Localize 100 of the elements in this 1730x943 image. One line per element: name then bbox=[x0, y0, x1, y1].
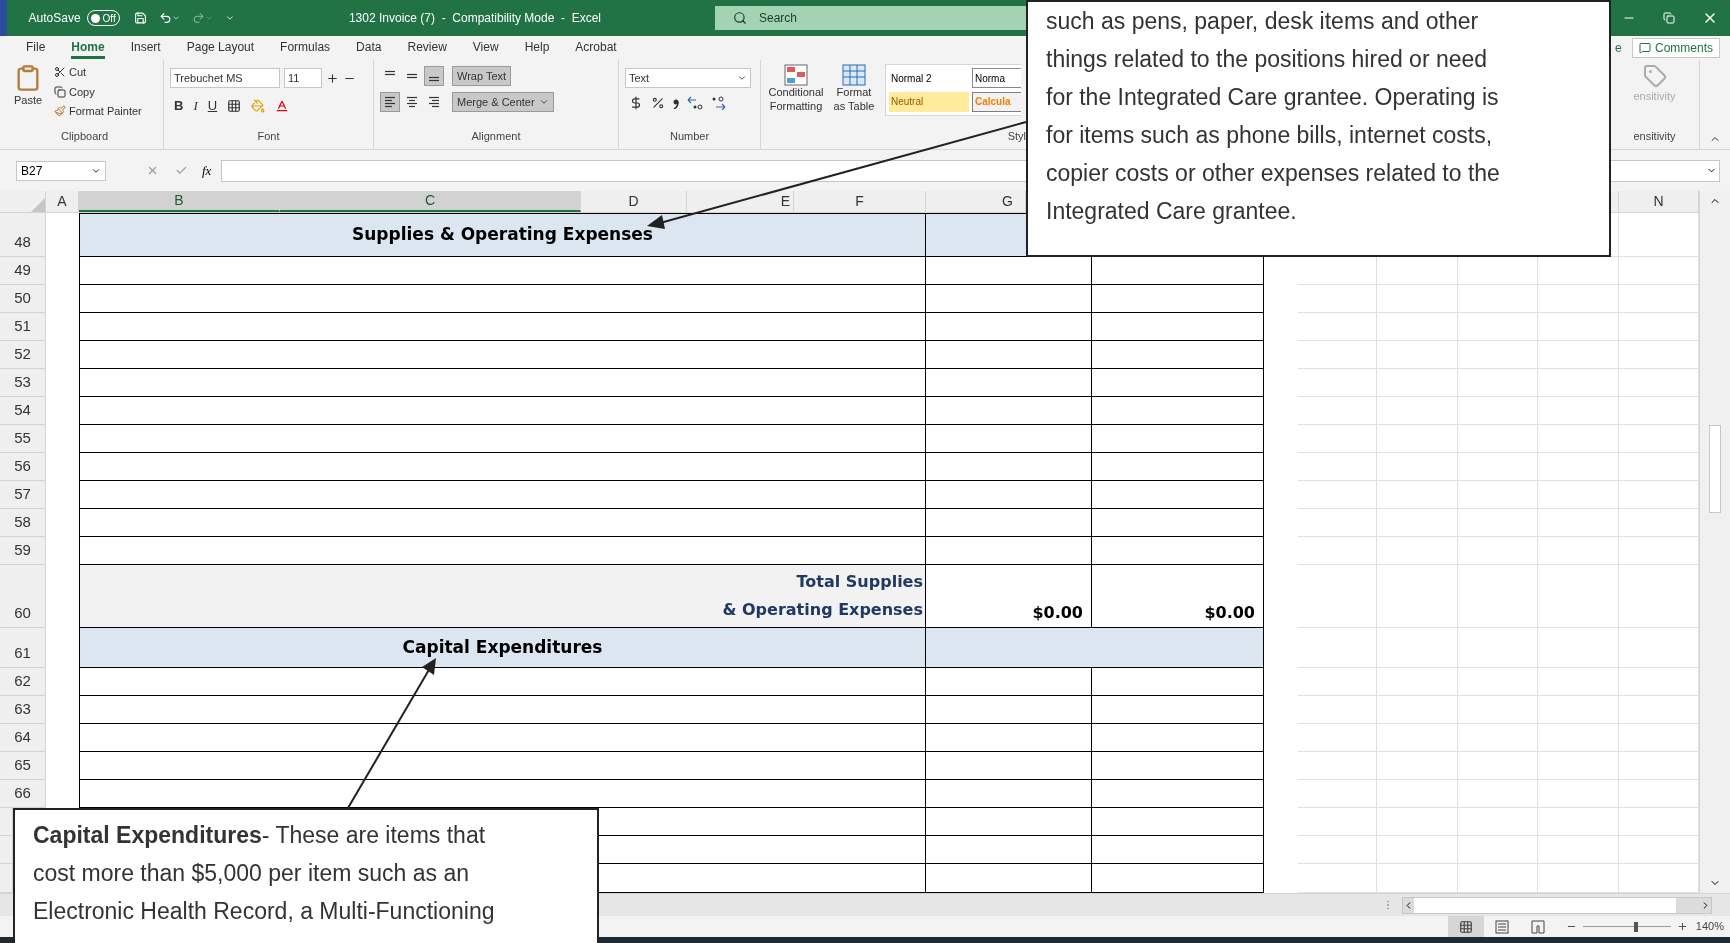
comments-button[interactable]: Comments bbox=[1632, 38, 1720, 58]
row-header[interactable]: 59 bbox=[0, 537, 46, 565]
conditional-formatting-button[interactable]: Conditional Formatting bbox=[769, 64, 823, 116]
column-header[interactable]: F bbox=[794, 191, 926, 212]
underline-button[interactable]: U bbox=[207, 96, 218, 116]
column-header[interactable]: C bbox=[280, 191, 581, 212]
row-header[interactable]: 61 bbox=[0, 628, 46, 668]
row-header[interactable]: 62 bbox=[0, 668, 46, 696]
insert-function-button[interactable]: fx bbox=[202, 160, 212, 181]
zoom-percentage[interactable]: 140% bbox=[1695, 918, 1724, 935]
comma-style-icon[interactable] bbox=[673, 97, 679, 109]
group-label: Styl bbox=[1007, 131, 1026, 144]
ribbon-tab[interactable]: Help bbox=[524, 37, 550, 59]
wrap-text-button[interactable]: Wrap Text bbox=[452, 66, 512, 86]
row-header[interactable]: 52 bbox=[0, 341, 46, 369]
row-header[interactable]: 63 bbox=[0, 696, 46, 724]
horizontal-scrollbar[interactable] bbox=[1402, 896, 1712, 914]
autosave-label: AutoSave bbox=[28, 10, 81, 27]
percent-icon[interactable] bbox=[651, 96, 665, 110]
format-as-table-button[interactable]: Format as Table bbox=[831, 64, 877, 116]
scrollbar-thumb[interactable] bbox=[1414, 897, 1676, 913]
group-label: Number bbox=[669, 131, 710, 144]
scissors-icon bbox=[54, 66, 66, 79]
accent-bar bbox=[0, 0, 7, 36]
save-icon[interactable] bbox=[133, 10, 147, 26]
scrollbar-thumb[interactable] bbox=[1709, 425, 1721, 513]
ribbon-tab[interactable]: Acrobat bbox=[575, 37, 617, 59]
group-label: Font bbox=[257, 131, 280, 144]
cancel-icon[interactable] bbox=[146, 164, 159, 177]
search-icon bbox=[733, 11, 747, 25]
zoom-in-icon[interactable] bbox=[1676, 921, 1688, 932]
row-header[interactable]: 65 bbox=[0, 752, 46, 780]
row-header[interactable]: 57 bbox=[0, 481, 46, 509]
table-icon bbox=[842, 64, 866, 86]
currency-icon[interactable] bbox=[629, 96, 643, 110]
row-header[interactable]: 50 bbox=[0, 285, 46, 313]
group-label: ensitivity bbox=[1633, 131, 1676, 144]
ribbon-tab[interactable]: View bbox=[472, 37, 499, 59]
row-header[interactable]: 64 bbox=[0, 724, 46, 752]
column-header[interactable]: D bbox=[581, 191, 687, 212]
vertical-align-button[interactable] bbox=[424, 66, 444, 86]
row-header[interactable]: 55 bbox=[0, 425, 46, 453]
ribbon-tab[interactable]: Insert bbox=[130, 37, 161, 59]
enter-icon[interactable] bbox=[175, 164, 188, 177]
grow-font-icon[interactable] bbox=[326, 71, 339, 85]
row-header[interactable]: 53 bbox=[0, 369, 46, 397]
paste-button[interactable]: Paste bbox=[6, 60, 50, 131]
column-header[interactable]: B bbox=[79, 191, 280, 212]
copy-button[interactable]: Copy bbox=[54, 83, 142, 100]
font-color-icon[interactable] bbox=[275, 98, 290, 113]
cell-style-option[interactable]: Neutral bbox=[889, 91, 969, 112]
restore-icon[interactable] bbox=[1663, 12, 1675, 24]
ribbon-tab[interactable]: File bbox=[26, 37, 46, 59]
formula-input[interactable] bbox=[221, 159, 1026, 182]
tag-icon bbox=[1642, 64, 1667, 88]
conditional-formatting-icon bbox=[784, 64, 808, 86]
row-header[interactable]: 66 bbox=[0, 780, 46, 808]
increase-decimal-icon[interactable] bbox=[687, 96, 703, 110]
bold-button[interactable]: B bbox=[174, 96, 184, 116]
section-title: Capital Expenditures bbox=[402, 635, 603, 659]
view-button[interactable] bbox=[1447, 916, 1484, 937]
format-painter-button[interactable]: Format Painter bbox=[54, 103, 142, 120]
cut-button[interactable]: Cut bbox=[54, 64, 142, 81]
ribbon-tab[interactable]: Page Layout bbox=[186, 37, 255, 59]
vertical-scrollbar[interactable] bbox=[1699, 191, 1730, 893]
row-header[interactable]: 60 bbox=[0, 565, 46, 628]
column-header[interactable]: E bbox=[687, 191, 794, 212]
total-value: $0.00 bbox=[1204, 602, 1255, 624]
font-name-field[interactable]: Trebuchet MS bbox=[170, 68, 280, 88]
fill-color-icon[interactable] bbox=[251, 98, 266, 113]
page-layout-icon bbox=[1494, 919, 1509, 934]
row-header[interactable]: 54 bbox=[0, 397, 46, 425]
cell-style-option[interactable]: Norma bbox=[972, 68, 1021, 88]
italic-button[interactable]: I bbox=[193, 96, 198, 116]
align-right-icon bbox=[427, 96, 441, 108]
total-label: Total Supplies & Operating Expenses bbox=[722, 571, 923, 621]
ribbon-tab[interactable]: Review bbox=[407, 37, 447, 59]
merge-center-button[interactable]: Merge & Center bbox=[452, 92, 554, 112]
share-button-text[interactable]: e bbox=[1615, 39, 1622, 57]
row-header[interactable]: 56 bbox=[0, 453, 46, 481]
search-field[interactable]: Search bbox=[715, 6, 1026, 30]
font-size-field[interactable]: 11 bbox=[284, 68, 322, 88]
number-format-field[interactable]: Text bbox=[625, 68, 751, 88]
row-header[interactable]: 49 bbox=[0, 257, 46, 285]
name-box[interactable]: B27 bbox=[16, 160, 106, 181]
borders-icon[interactable] bbox=[227, 98, 242, 113]
row-header[interactable]: 51 bbox=[0, 313, 46, 341]
formula-input-end[interactable] bbox=[1611, 159, 1720, 182]
row-header[interactable]: 58 bbox=[0, 509, 46, 537]
ribbon-tab[interactable]: Data bbox=[356, 37, 382, 59]
caret-icon bbox=[737, 73, 747, 83]
zoom-slider[interactable] bbox=[1582, 921, 1671, 932]
decrease-decimal-icon[interactable] bbox=[711, 96, 727, 110]
comment-icon bbox=[1639, 42, 1651, 54]
align-center-icon bbox=[405, 96, 419, 108]
zoom-slider-thumb[interactable] bbox=[1633, 921, 1638, 932]
ribbon-tab[interactable]: Formulas bbox=[280, 37, 331, 59]
horizontal-align-button[interactable] bbox=[380, 92, 400, 112]
undo-icon[interactable] bbox=[158, 10, 172, 26]
row-header[interactable]: 48 bbox=[0, 213, 46, 257]
